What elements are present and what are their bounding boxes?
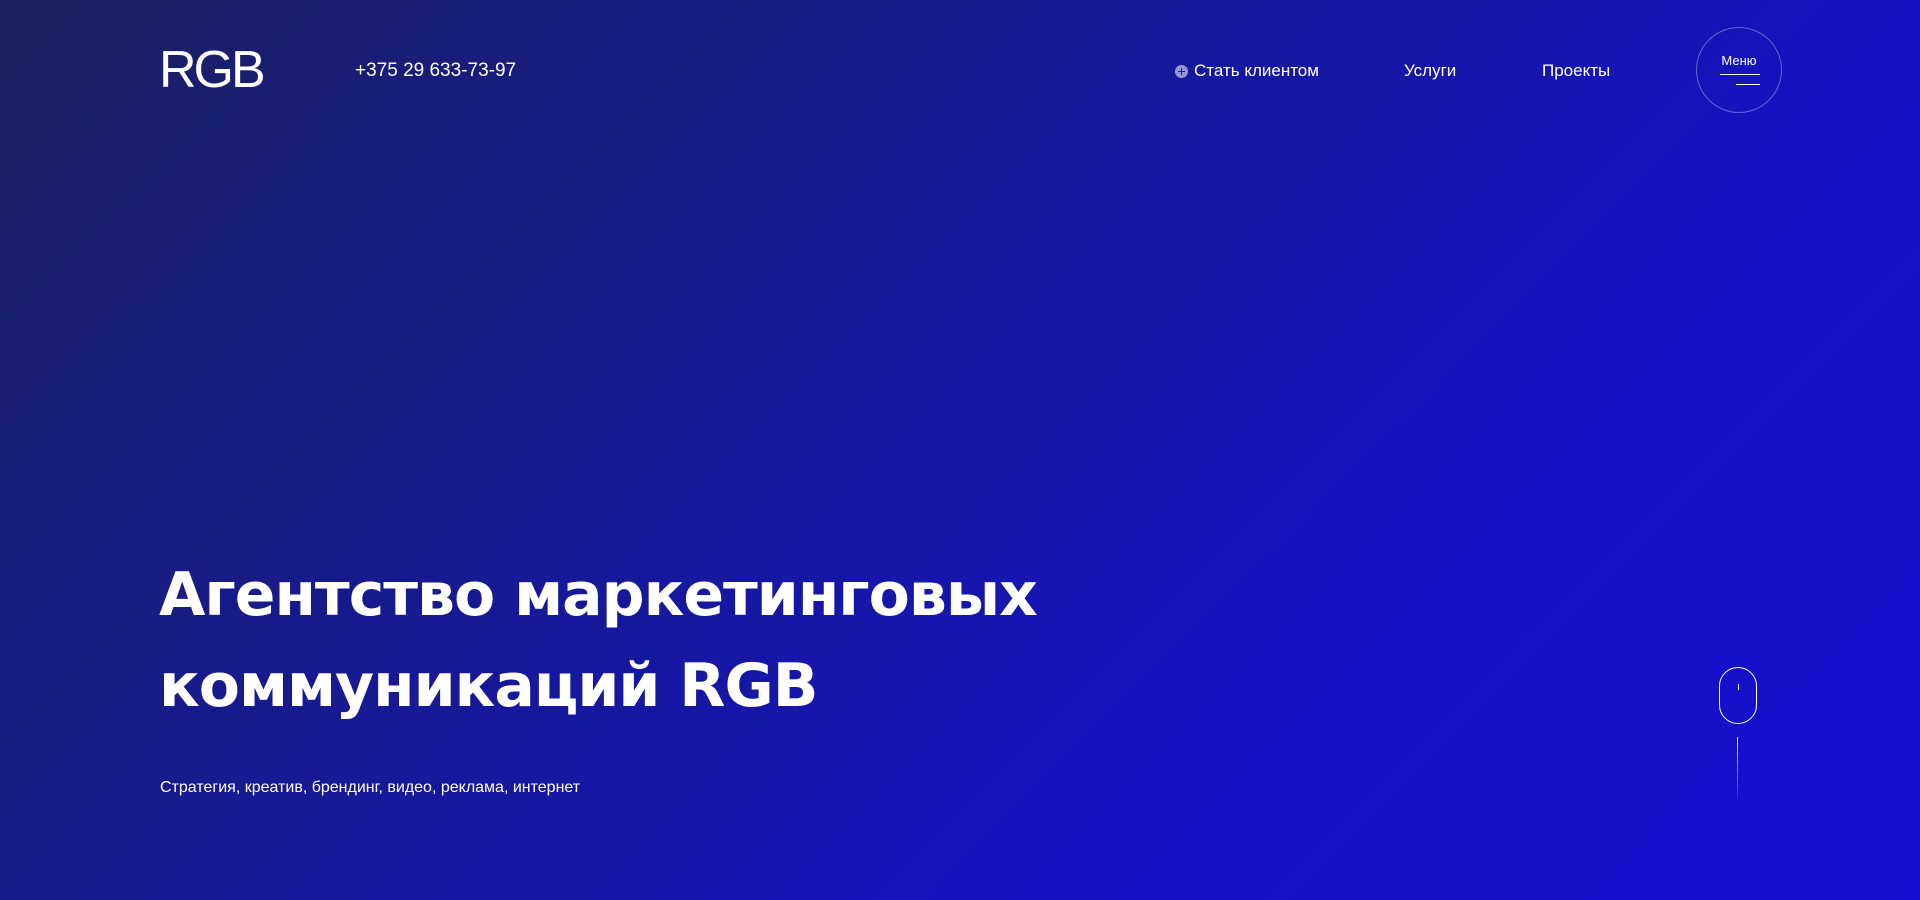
page-title-line-1: Агентство маркетинговых	[159, 560, 1038, 630]
hero-subtitle: Стратегия, креатив, брендинг, видео, рек…	[160, 779, 581, 796]
hero-section: RGB +375 29 633-73-97 Стать клиентом Усл…	[0, 0, 1920, 900]
page-title: Агентство маркетинговых коммуникаций RGB	[159, 550, 1159, 732]
scroll-indicator-line	[1737, 737, 1738, 800]
nav-projects[interactable]: Проекты	[1542, 60, 1610, 82]
menu-label: Меню	[1721, 53, 1757, 68]
scroll-wheel	[1738, 684, 1739, 690]
nav-services[interactable]: Услуги	[1404, 60, 1456, 82]
nav-become-client[interactable]: Стать клиентом	[1175, 60, 1319, 82]
phone-link[interactable]: +375 29 633-73-97	[355, 60, 516, 82]
mouse-scroll-icon[interactable]	[1719, 667, 1757, 724]
plus-circle-icon	[1175, 64, 1188, 78]
burger-icon	[1720, 74, 1760, 86]
logo[interactable]: RGB	[159, 44, 266, 96]
menu-button[interactable]: Меню	[1696, 27, 1782, 113]
nav-become-client-label: Стать клиентом	[1194, 61, 1319, 80]
page-title-line-2: коммуникаций RGB	[159, 651, 818, 721]
